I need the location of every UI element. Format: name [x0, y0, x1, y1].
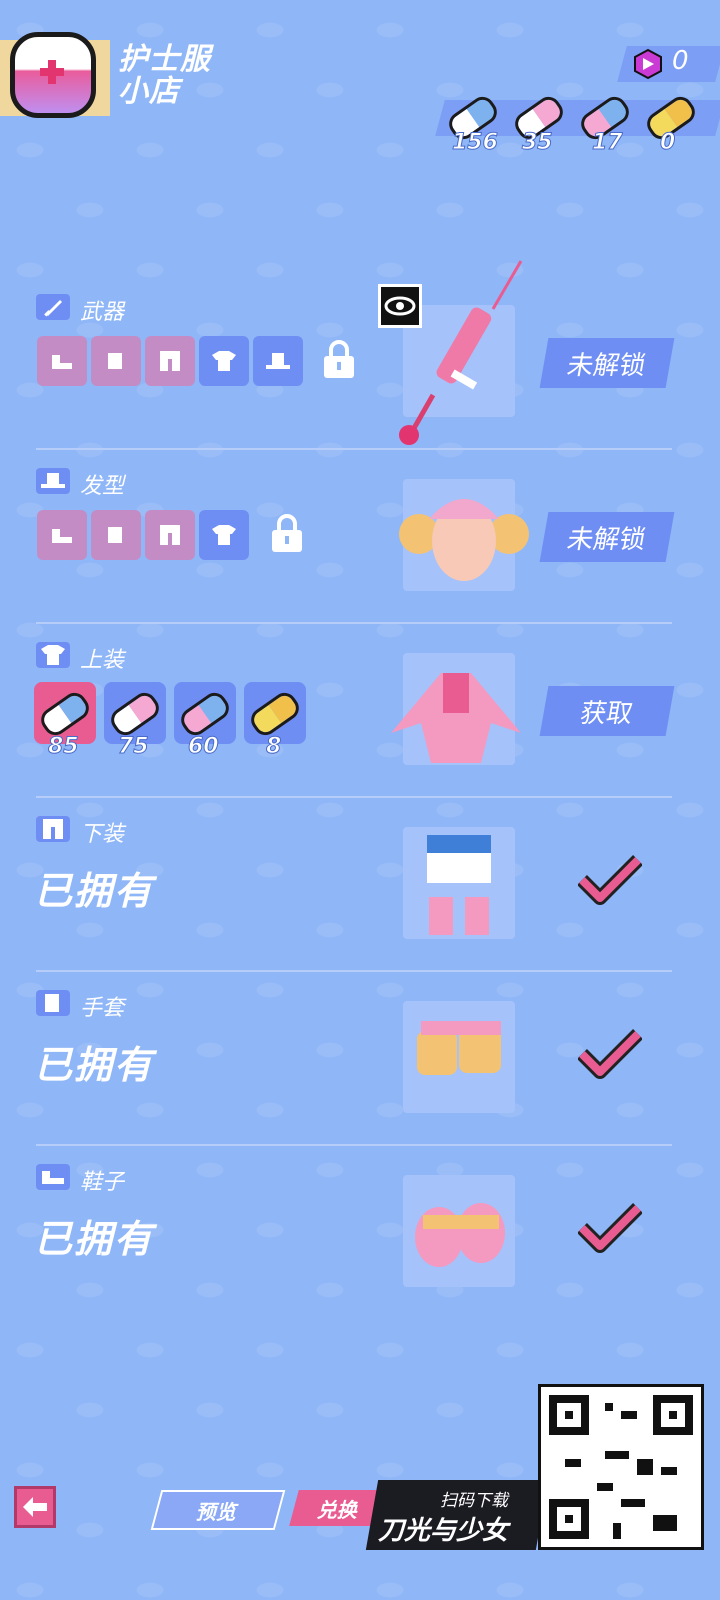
eye-preview-button[interactable] [378, 284, 422, 328]
qr-code-pattern-icon [549, 1395, 693, 1539]
slot-bottom[interactable] [145, 510, 195, 560]
get-button-label: 获取 [577, 698, 636, 729]
background-pattern [0, 0, 720, 1600]
top-label: 上装 [80, 648, 125, 673]
hair-model-icon [399, 499, 529, 581]
glove-icon [108, 527, 122, 543]
currency-value-2: 35 [522, 130, 554, 156]
hat-icon [266, 353, 290, 369]
exchange-button-label: 兑换 [315, 1497, 362, 1522]
divider [36, 448, 672, 450]
nurse-shoes-model-icon [415, 1203, 505, 1267]
shoes-label: 鞋子 [80, 1170, 125, 1195]
shoes-preview-image[interactable] [403, 1175, 515, 1287]
divider [36, 1144, 672, 1146]
eye-icon [384, 296, 416, 316]
divider [36, 796, 672, 798]
gloves-owned-text: 已拥有 [34, 1043, 155, 1087]
preview-button-label: 预览 [194, 1499, 241, 1524]
shoe-icon [52, 529, 72, 543]
slot-bottom[interactable] [145, 336, 195, 386]
get-button[interactable]: 获取 [539, 686, 675, 736]
slot-gloves[interactable] [91, 336, 141, 386]
hair-status-button[interactable]: 未解锁 [539, 512, 675, 562]
nurse-top-model-icon [391, 673, 521, 763]
price-value-3: 60 [188, 734, 220, 760]
owned-check-icon [578, 1203, 642, 1253]
download-banner-title: 刀光与少女 [378, 1516, 509, 1546]
bottom-owned-text: 已拥有 [34, 869, 155, 913]
shorts-icon [160, 351, 180, 371]
hair-category-icon [36, 468, 70, 494]
shop-title-line1: 护士服 [118, 42, 211, 77]
divider [36, 970, 672, 972]
lock-icon [324, 340, 354, 378]
medical-cross-icon [40, 60, 64, 84]
gloves-label: 手套 [80, 996, 125, 1021]
currency-value-1: 156 [452, 130, 499, 156]
slot-hair[interactable] [253, 336, 303, 386]
pill-white-blue-icon [36, 688, 94, 740]
gloves-category-icon [36, 990, 70, 1016]
download-banner-caption: 扫码下载 [440, 1491, 508, 1511]
gloves-preview-image[interactable] [403, 1001, 515, 1113]
currency-value-3: 17 [592, 130, 624, 156]
hair-status-label: 未解锁 [564, 524, 649, 555]
glove-icon [108, 353, 122, 369]
pill-pink-blue-icon [176, 688, 234, 740]
slot-top[interactable] [199, 336, 249, 386]
top-category-icon [36, 642, 70, 668]
currency-value-4: 0 [659, 130, 676, 156]
nurse-gloves-model-icon [417, 1021, 501, 1075]
pill-white-pink-icon [106, 688, 164, 740]
pill-gold-icon [246, 688, 304, 740]
shoes-category-icon [36, 1164, 70, 1190]
shirt-icon [212, 525, 236, 545]
weapon-label: 武器 [80, 300, 125, 325]
arrow-left-icon [23, 1497, 47, 1517]
shirt-icon [212, 351, 236, 371]
price-value-2: 75 [118, 734, 150, 760]
hair-label: 发型 [80, 474, 125, 499]
weapon-category-icon [36, 294, 70, 320]
lock-icon [272, 514, 302, 552]
shoe-icon [52, 355, 72, 369]
bottom-preview-image[interactable] [403, 827, 515, 939]
weapon-status-button[interactable]: 未解锁 [539, 338, 675, 388]
shorts-icon [160, 525, 180, 545]
bottom-category-icon [36, 816, 70, 842]
gem-count: 0 [672, 46, 689, 76]
nurse-shorts-model-icon [427, 835, 491, 935]
shoes-owned-text: 已拥有 [34, 1217, 155, 1261]
back-button[interactable] [14, 1486, 56, 1528]
owned-check-icon [578, 1029, 642, 1079]
owned-check-icon [578, 855, 642, 905]
bottom-label: 下装 [80, 822, 125, 847]
top-preview-image[interactable] [391, 653, 521, 765]
shop-title-line2: 小店 [118, 74, 180, 109]
slot-shoes[interactable] [37, 336, 87, 386]
hair-preview-image[interactable] [399, 479, 529, 591]
qr-code[interactable] [538, 1384, 704, 1550]
preview-button[interactable]: 预览 [150, 1490, 286, 1530]
shop-title: 护士服 小店 [118, 44, 211, 108]
slot-gloves[interactable] [91, 510, 141, 560]
weapon-status-label: 未解锁 [564, 350, 649, 381]
slot-top[interactable] [199, 510, 249, 560]
gem-icon [634, 48, 662, 80]
price-value-1: 85 [48, 734, 80, 760]
slot-shoes[interactable] [37, 510, 87, 560]
price-value-4: 8 [265, 734, 282, 760]
divider [36, 622, 672, 624]
